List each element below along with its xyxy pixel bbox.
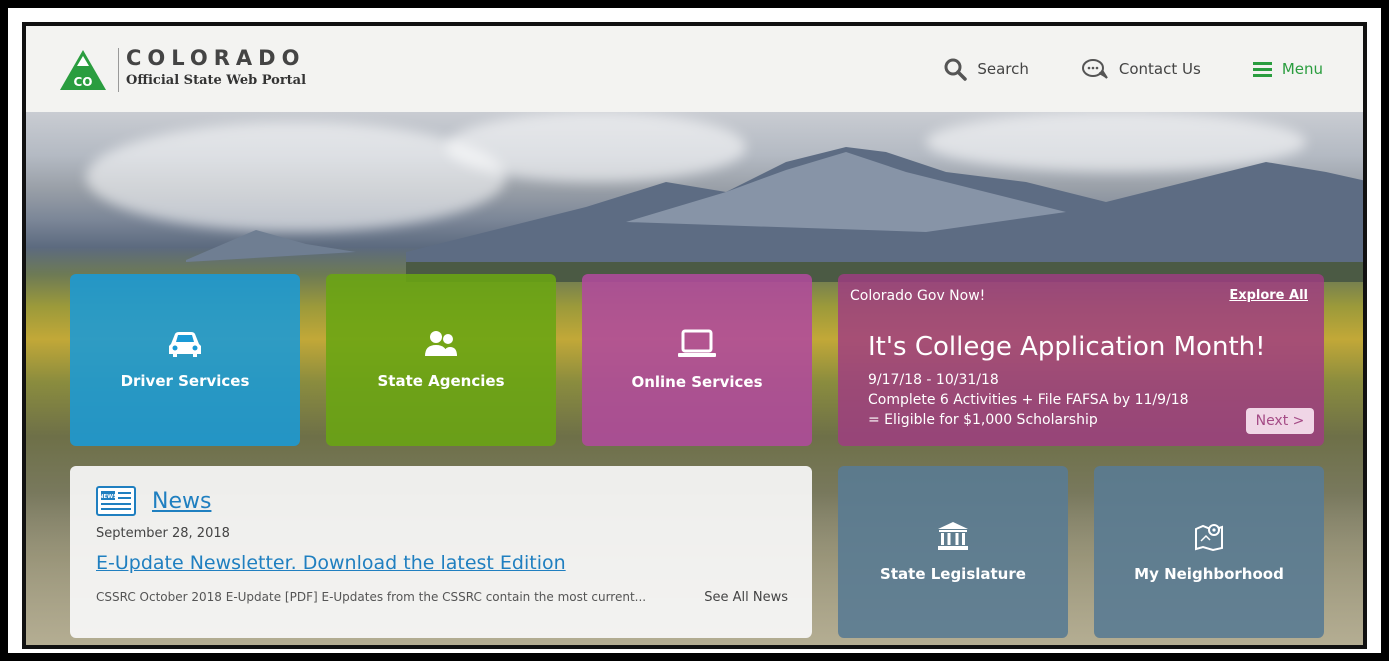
newspaper-icon: NEWS [96, 486, 136, 516]
logo-subtitle: Official State Web Portal [126, 73, 307, 88]
logo-title: COLORADO [126, 46, 306, 70]
search-label: Search [977, 60, 1029, 78]
tile-label: State Agencies [377, 372, 505, 390]
tile-my-neighborhood[interactable]: My Neighborhood [1094, 466, 1324, 638]
map-pin-icon [1195, 524, 1223, 551]
promo-line: = Eligible for $1,000 Scholarship [868, 412, 1098, 428]
promo-carousel: Colorado Gov Now! Explore All It's Colle… [838, 274, 1324, 446]
tile-label: State Legislature [880, 565, 1026, 583]
tile-label: Online Services [631, 373, 763, 391]
contact-us-label: Contact Us [1118, 60, 1201, 78]
promo-line: 9/17/18 - 10/31/18 [868, 372, 999, 388]
tile-label: Driver Services [120, 372, 250, 390]
contact-us-button[interactable]: Contact Us [1081, 58, 1201, 80]
laptop-icon [678, 329, 716, 357]
svg-text:NEWS: NEWS [99, 494, 117, 500]
capitol-icon [938, 522, 968, 550]
tile-state-agencies[interactable]: State Agencies [326, 274, 556, 446]
logo-wordmark[interactable]: COLORADO Official State Web Portal [126, 46, 306, 88]
menu-button[interactable]: Menu [1252, 60, 1323, 78]
promo-title[interactable]: It's College Application Month! [868, 332, 1266, 362]
site-header: CO COLORADO Official State Web Portal Se… [26, 26, 1363, 112]
search-button[interactable]: Search [943, 57, 1029, 81]
promo-line: Complete 6 Activities + File FAFSA by 11… [868, 392, 1189, 408]
colorado-logo-icon[interactable]: CO [58, 48, 108, 92]
hamburger-icon [1252, 61, 1272, 77]
promo-kicker: Colorado Gov Now! [850, 288, 986, 304]
explore-all-link[interactable]: Explore All [1229, 288, 1308, 303]
search-icon [944, 58, 968, 81]
news-header: NEWS News [96, 486, 211, 516]
people-icon [425, 331, 457, 356]
promo-details: 9/17/18 - 10/31/18 Complete 6 Activities… [868, 370, 1189, 430]
browser-viewport: CO COLORADO Official State Web Portal Se… [22, 22, 1367, 649]
news-date: September 28, 2018 [96, 526, 230, 541]
see-all-news-link[interactable]: See All News [704, 590, 788, 605]
menu-label: Menu [1281, 60, 1323, 78]
tile-label: My Neighborhood [1134, 565, 1284, 583]
news-snippet: CSSRC October 2018 E-Update [PDF] E-Upda… [96, 590, 647, 604]
svg-text:CO: CO [73, 75, 92, 89]
header-nav: Search Contact Us Menu [943, 26, 1323, 112]
car-icon [169, 332, 201, 357]
news-panel: NEWS News September 28, 2018 E-Update Ne… [70, 466, 812, 638]
chat-bubble-icon [1081, 59, 1108, 79]
tile-state-legislature[interactable]: State Legislature [838, 466, 1068, 638]
tile-driver-services[interactable]: Driver Services [70, 274, 300, 446]
next-button[interactable]: Next > [1246, 408, 1314, 434]
mountain-range [186, 147, 1363, 282]
logo-divider [118, 48, 119, 92]
page-frame: CO COLORADO Official State Web Portal Se… [0, 0, 1389, 661]
news-headline-link[interactable]: E-Update Newsletter. Download the latest… [96, 552, 566, 574]
tile-online-services[interactable]: Online Services [582, 274, 812, 446]
news-title-link[interactable]: News [152, 489, 211, 514]
